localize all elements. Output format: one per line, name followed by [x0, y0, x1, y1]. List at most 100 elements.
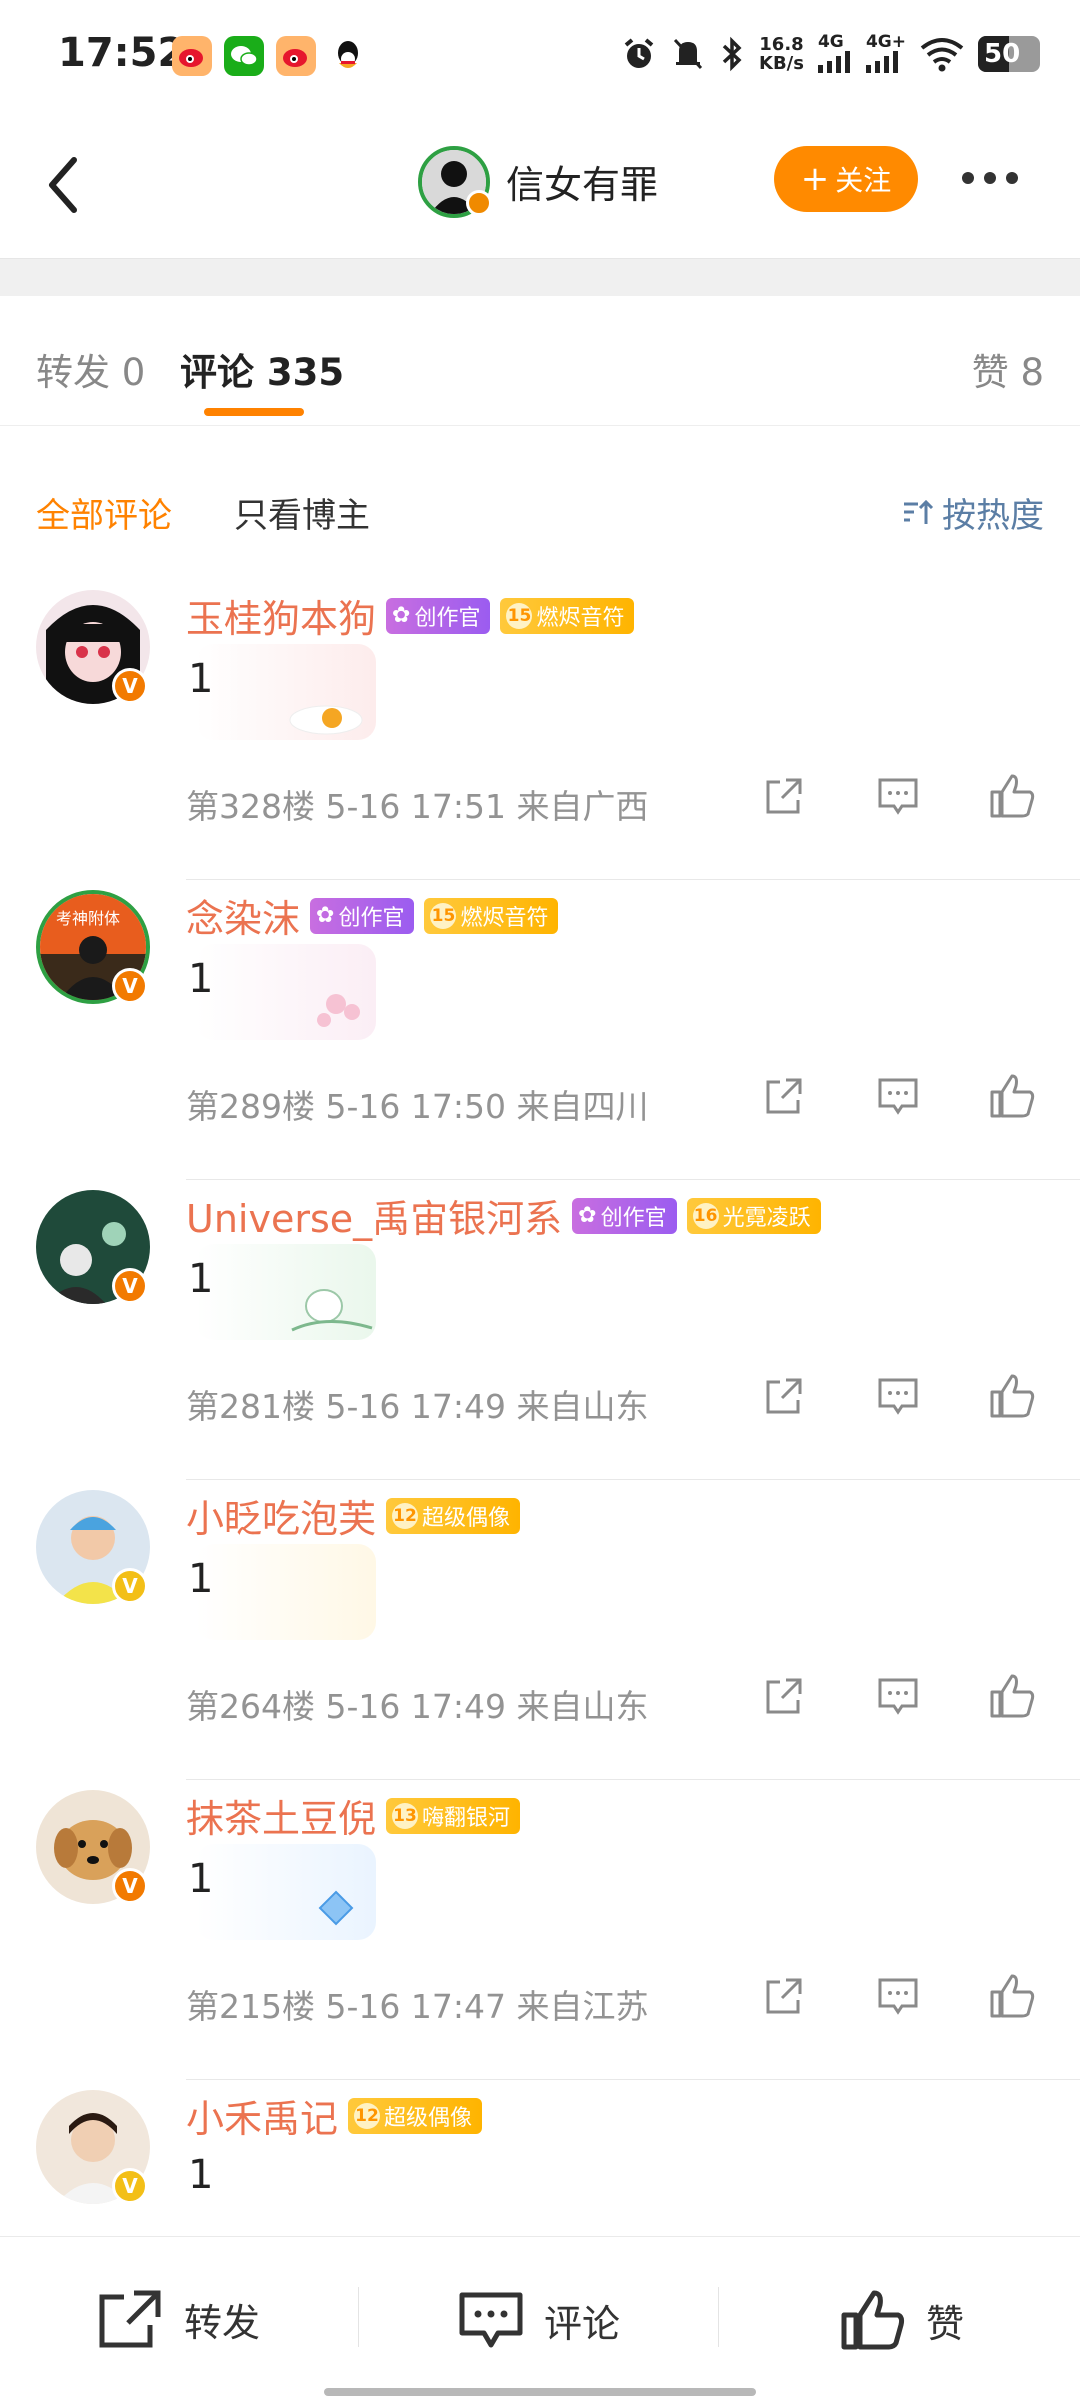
- comment-meta: 第215楼 5-16 17:47 来自江苏: [186, 1987, 649, 2026]
- signal-bars-icon: [865, 51, 898, 73]
- signal-2: 4G+: [865, 34, 906, 73]
- medal-icon: ✿: [392, 603, 411, 628]
- share-icon[interactable]: [758, 1970, 810, 2022]
- commenter-name[interactable]: Universe_禹宙银河系: [186, 1188, 562, 1243]
- reply-icon[interactable]: [872, 1370, 924, 1422]
- thumbs-up-icon: [841, 2290, 905, 2350]
- weibo-icon: [172, 36, 212, 76]
- commenter-name[interactable]: 念染沫: [186, 888, 300, 943]
- interaction-tabs: 转发 0 评论 335 赞 8: [0, 326, 1080, 426]
- author-name[interactable]: 信女有罪: [506, 154, 658, 209]
- status-time: 17:52: [58, 30, 186, 76]
- like-icon[interactable]: [986, 1070, 1038, 1122]
- comment-button[interactable]: 评论: [458, 2289, 620, 2351]
- notification-icons: [172, 36, 368, 76]
- verified-badge-icon: V: [112, 668, 148, 704]
- share-icon[interactable]: [758, 770, 810, 822]
- commenter-name[interactable]: 小眨吃泡芙: [186, 1488, 376, 1543]
- plus-icon: +: [800, 159, 830, 199]
- like-icon[interactable]: [986, 1370, 1038, 1422]
- tab-reposts[interactable]: 转发 0: [36, 342, 145, 396]
- fan-level-badge: 15 燃烬音符: [500, 597, 635, 634]
- verified-badge-icon: [466, 190, 492, 216]
- like-icon[interactable]: [986, 770, 1038, 822]
- tab-likes[interactable]: 赞 8: [972, 342, 1044, 396]
- like-button[interactable]: 赞: [840, 2289, 964, 2351]
- repost-icon: [99, 2290, 161, 2348]
- qq-icon: [328, 36, 368, 76]
- tab-comments[interactable]: 评论 335: [180, 342, 344, 396]
- bar-divider: [718, 2287, 719, 2347]
- comment-item: V 小眨吃泡芙 12 超级偶像 1 第264楼 5-16 17:49 来自山东: [0, 1480, 1080, 1780]
- comment-text: 1: [188, 2152, 214, 2198]
- home-indicator: [324, 2388, 756, 2396]
- creator-badge: ✿ 创作官: [572, 1197, 677, 1234]
- comment-meta: 第264楼 5-16 17:49 来自山东: [186, 1687, 649, 1726]
- back-arrow-icon[interactable]: [34, 150, 94, 220]
- signal-1: 4G: [817, 34, 852, 73]
- fan-level-badge: 15 燃烬音符: [424, 897, 559, 934]
- fan-level-badge: 12 超级偶像: [348, 2097, 483, 2134]
- comment-sticker: [196, 644, 376, 740]
- like-icon[interactable]: [986, 1670, 1038, 1722]
- bottom-action-bar: 转发 评论 赞: [0, 2236, 1080, 2400]
- bluetooth-icon: [722, 36, 742, 71]
- signal-bars-icon: [817, 51, 850, 73]
- status-bar: 17:52 16.8 KB/s 4G 4G+ 50: [0, 0, 1080, 110]
- more-options-icon[interactable]: [962, 172, 1018, 184]
- creator-badge: ✿ 创作官: [386, 597, 491, 634]
- fan-level-badge: 16 光霓凌跃: [686, 1197, 821, 1234]
- wechat-icon: [224, 36, 264, 76]
- like-icon[interactable]: [986, 1970, 1038, 2022]
- reply-icon[interactable]: [872, 1070, 924, 1122]
- svg-text:考神附体: 考神附体: [56, 909, 120, 928]
- comment-filter-bar: 全部评论 只看博主 按热度: [0, 480, 1080, 540]
- comment-item: 考神附体 V 念染沫 ✿ 创作官 15 燃烬音符 1 第289楼 5-16 17:5…: [0, 880, 1080, 1180]
- share-icon[interactable]: [758, 1670, 810, 1722]
- reply-icon[interactable]: [872, 1970, 924, 2022]
- commenter-name[interactable]: 玉桂狗本狗: [186, 588, 376, 643]
- repost-button[interactable]: 转发: [96, 2289, 260, 2349]
- verified-badge-icon: V: [112, 2168, 148, 2204]
- share-icon[interactable]: [758, 1070, 810, 1122]
- active-tab-indicator: [204, 408, 304, 416]
- comment-item: V 玉桂狗本狗 ✿ 创作官 15 燃烬音符 1 第328楼 5-16 17:51 来…: [0, 580, 1080, 880]
- weibo-icon: [276, 36, 316, 76]
- comment-item: V Universe_禹宙银河系 ✿ 创作官 16 光霓凌跃 1 第281楼 5-1…: [0, 1180, 1080, 1480]
- network-speed: 16.8 KB/s: [759, 33, 804, 74]
- sort-icon: [904, 499, 934, 524]
- medal-icon: ✿: [316, 903, 335, 928]
- bar-divider: [358, 2287, 359, 2347]
- comment-text: 1: [188, 656, 214, 702]
- wifi-icon: [920, 37, 964, 71]
- comment-list: V 玉桂狗本狗 ✿ 创作官 15 燃烬音符 1 第328楼 5-16 17:51 来…: [0, 580, 1080, 2380]
- verified-badge-icon: V: [112, 1568, 148, 1604]
- comment-sticker: [196, 944, 376, 1040]
- sort-by-popularity[interactable]: 按热度: [902, 488, 1044, 537]
- post-header: 信女有罪 + 关注: [0, 132, 1080, 242]
- commenter-name[interactable]: 小禾禹记: [186, 2088, 338, 2143]
- comment-text: 1: [188, 1856, 214, 1902]
- commenter-name[interactable]: 抹茶土豆倪: [186, 1788, 376, 1843]
- verified-badge-icon: V: [112, 1268, 148, 1304]
- reply-icon[interactable]: [872, 1670, 924, 1722]
- follow-button[interactable]: + 关注: [774, 146, 918, 212]
- comment-sticker: [196, 1244, 376, 1340]
- filter-all-comments[interactable]: 全部评论: [36, 488, 172, 537]
- comment-icon: [459, 2292, 523, 2348]
- comment-text: 1: [188, 956, 214, 1002]
- comment-sticker: [196, 1844, 376, 1940]
- verified-badge-icon: V: [112, 1868, 148, 1904]
- comment-sticker: [196, 1544, 376, 1640]
- section-divider: [0, 258, 1080, 296]
- comment-text: 1: [188, 1556, 214, 1602]
- share-icon[interactable]: [758, 1370, 810, 1422]
- medal-icon: ✿: [578, 1203, 597, 1228]
- fan-level-badge: 13 嗨翻银河: [386, 1797, 521, 1834]
- comment-text: 1: [188, 1256, 214, 1302]
- filter-owner-only[interactable]: 只看博主: [234, 488, 370, 537]
- reply-icon[interactable]: [872, 770, 924, 822]
- creator-badge: ✿ 创作官: [310, 897, 415, 934]
- battery-indicator: 50: [978, 35, 1040, 72]
- comment-item: V 抹茶土豆倪 13 嗨翻银河 1 第215楼 5-16 17:47 来自江苏: [0, 1780, 1080, 2080]
